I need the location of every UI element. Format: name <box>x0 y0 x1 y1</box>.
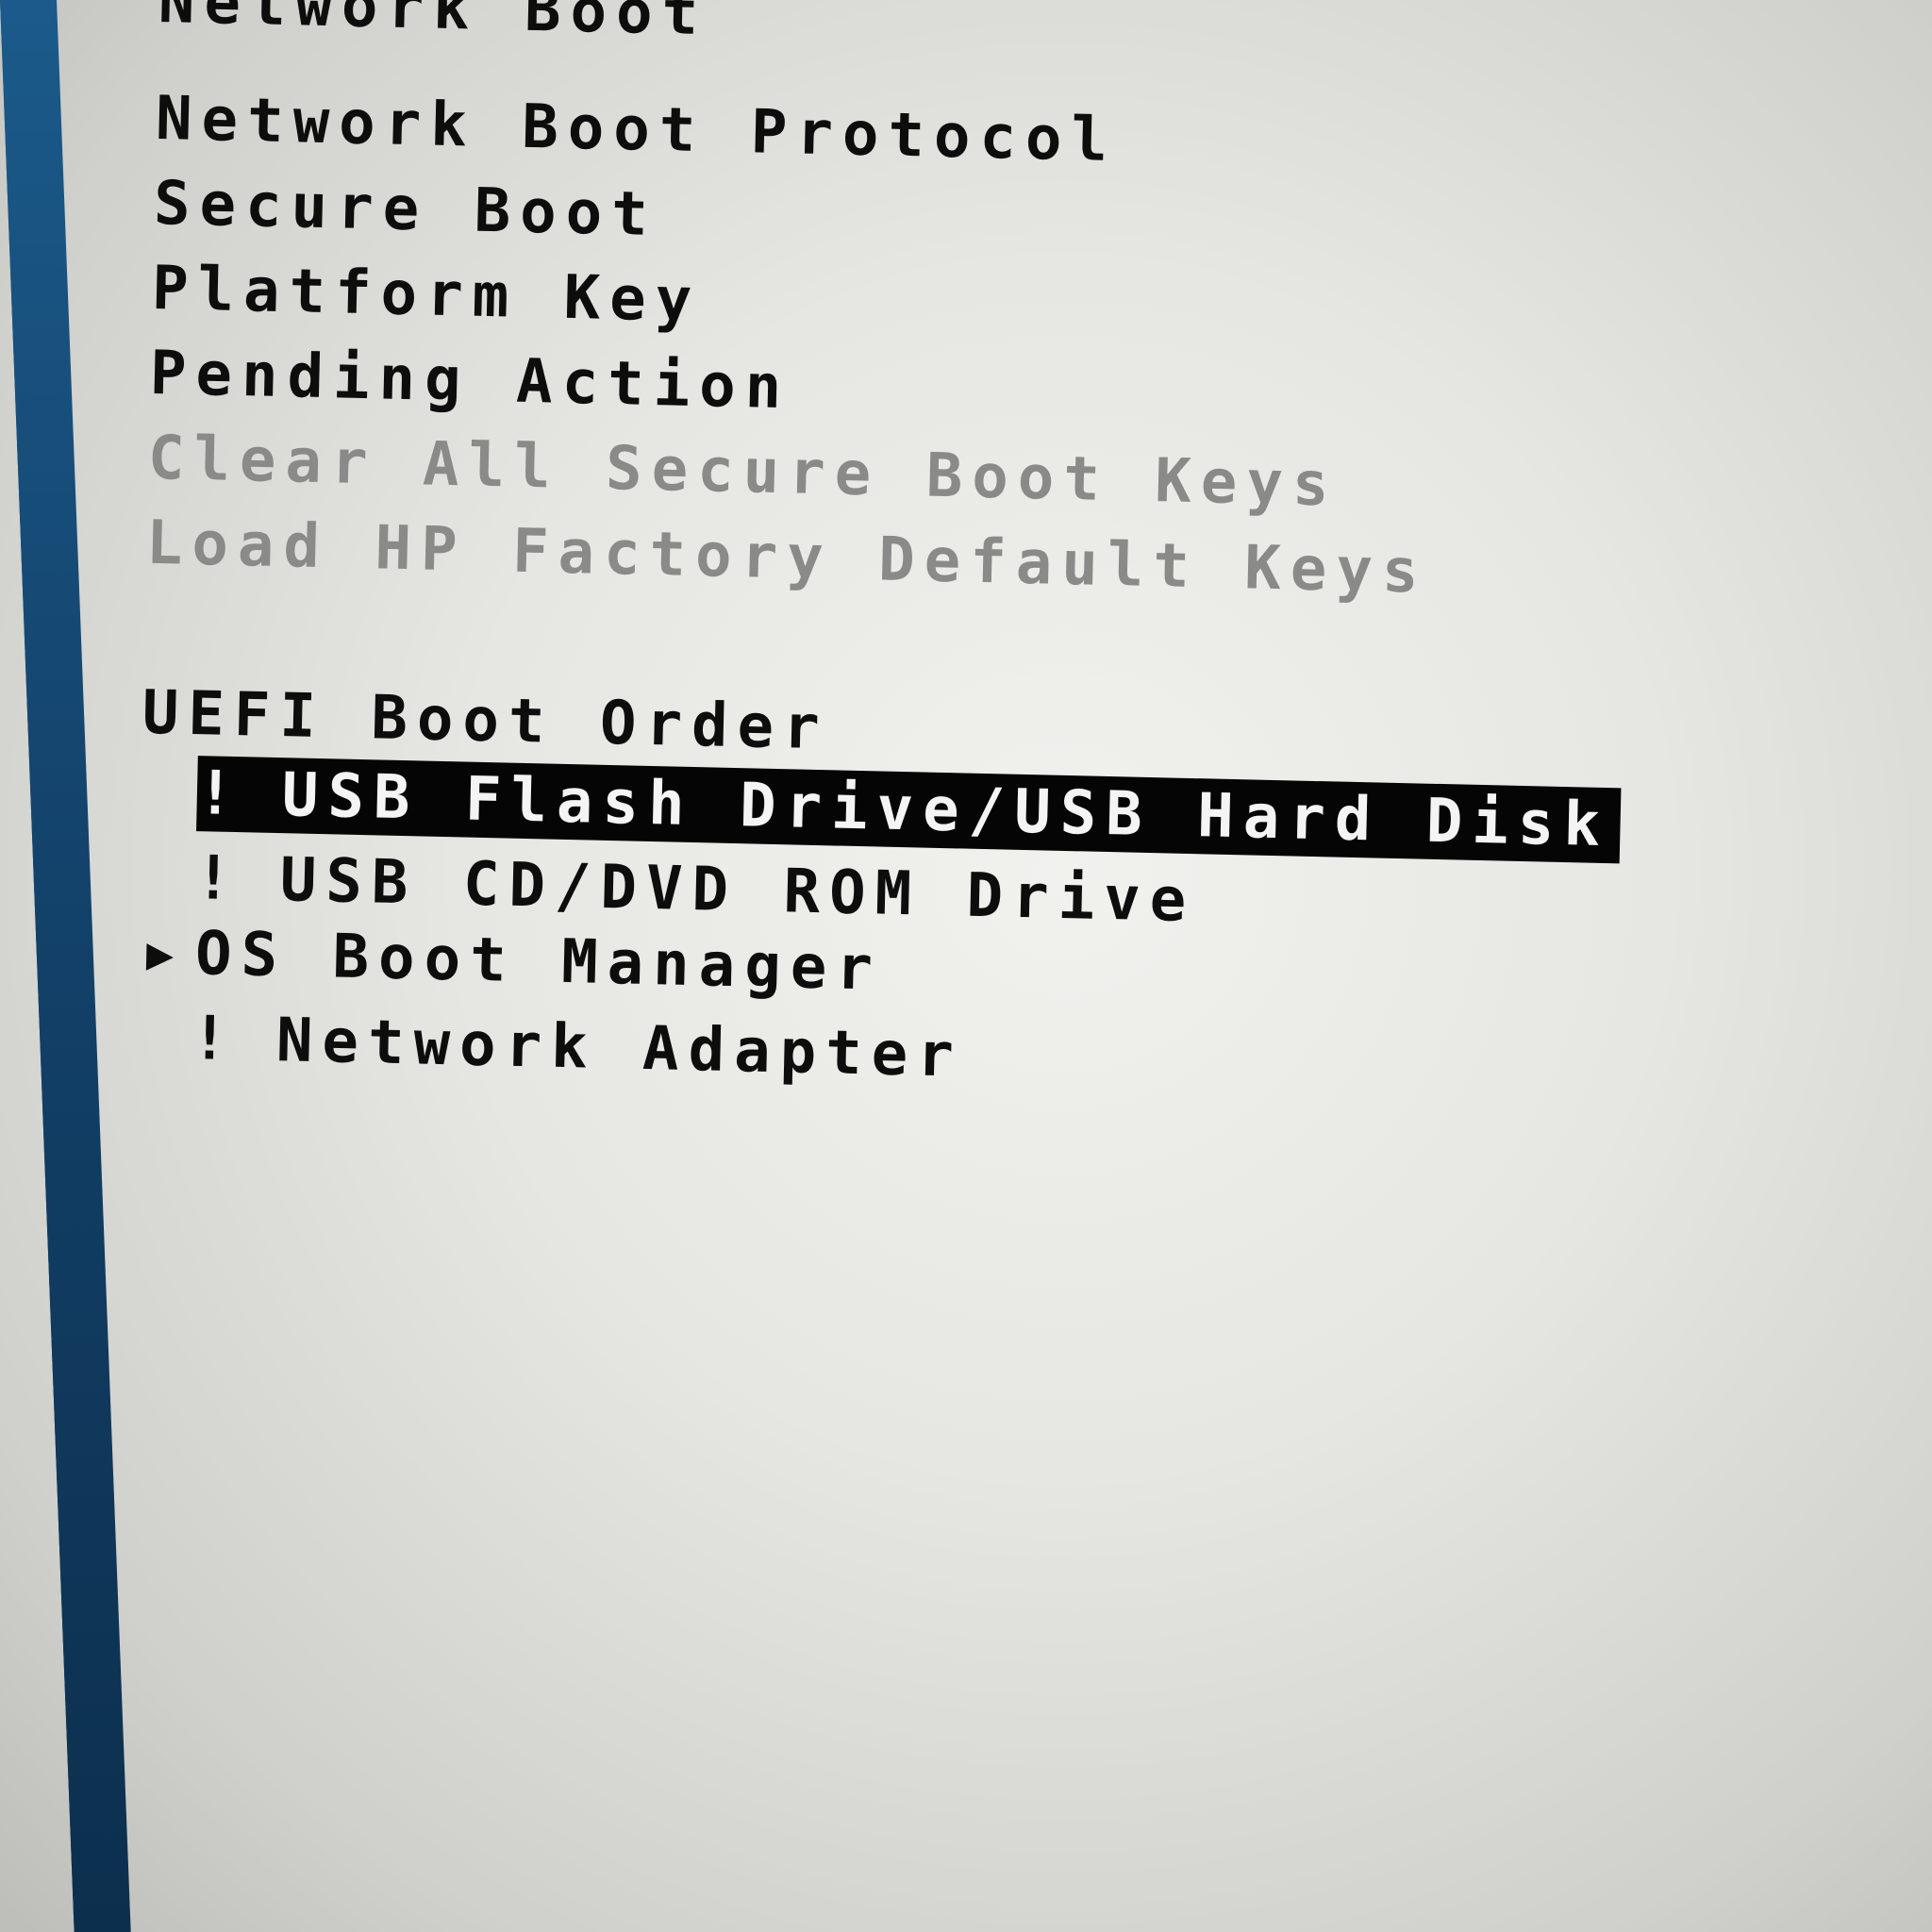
boot-options-menu: Network Boot Network Boot Protocol Secur… <box>0 0 1932 1932</box>
boot-item-network-adapter[interactable]: ! Network Adapter <box>191 1001 964 1094</box>
menu-item-secure-boot[interactable]: Secure Boot <box>153 166 658 253</box>
boot-item-os-boot-manager[interactable]: ▶ OS Boot Manager <box>145 915 883 1008</box>
menu-item-clear-secure-boot-keys: Clear All Secure Boot Keys <box>147 423 1340 521</box>
boot-order-heading: UEFI Boot Order <box>142 677 830 764</box>
disabled-marker-icon: ! <box>191 1004 239 1075</box>
menu-item-network-boot[interactable]: Network Boot <box>158 0 708 52</box>
disabled-marker-icon: ! <box>194 843 242 915</box>
arrow-right-icon: ▶ <box>145 926 175 981</box>
menu-item-pending-action[interactable]: Pending Action <box>149 336 791 425</box>
disabled-marker-icon: ! <box>196 758 244 830</box>
boot-item-label: Network Adapter <box>275 1006 964 1091</box>
menu-item-load-factory-keys: Load HP Factory Default Keys <box>145 508 1429 608</box>
boot-item-label: USB Flash Drive/USB Hard Disk <box>281 760 1610 861</box>
bios-screen: Network Boot Network Boot Protocol Secur… <box>0 0 1932 1932</box>
menu-item-network-boot-protocol[interactable]: Network Boot Protocol <box>155 81 1118 178</box>
menu-item-platform-key[interactable]: Platform Key <box>151 251 702 339</box>
boot-item-label: OS Boot Manager <box>194 919 883 1005</box>
